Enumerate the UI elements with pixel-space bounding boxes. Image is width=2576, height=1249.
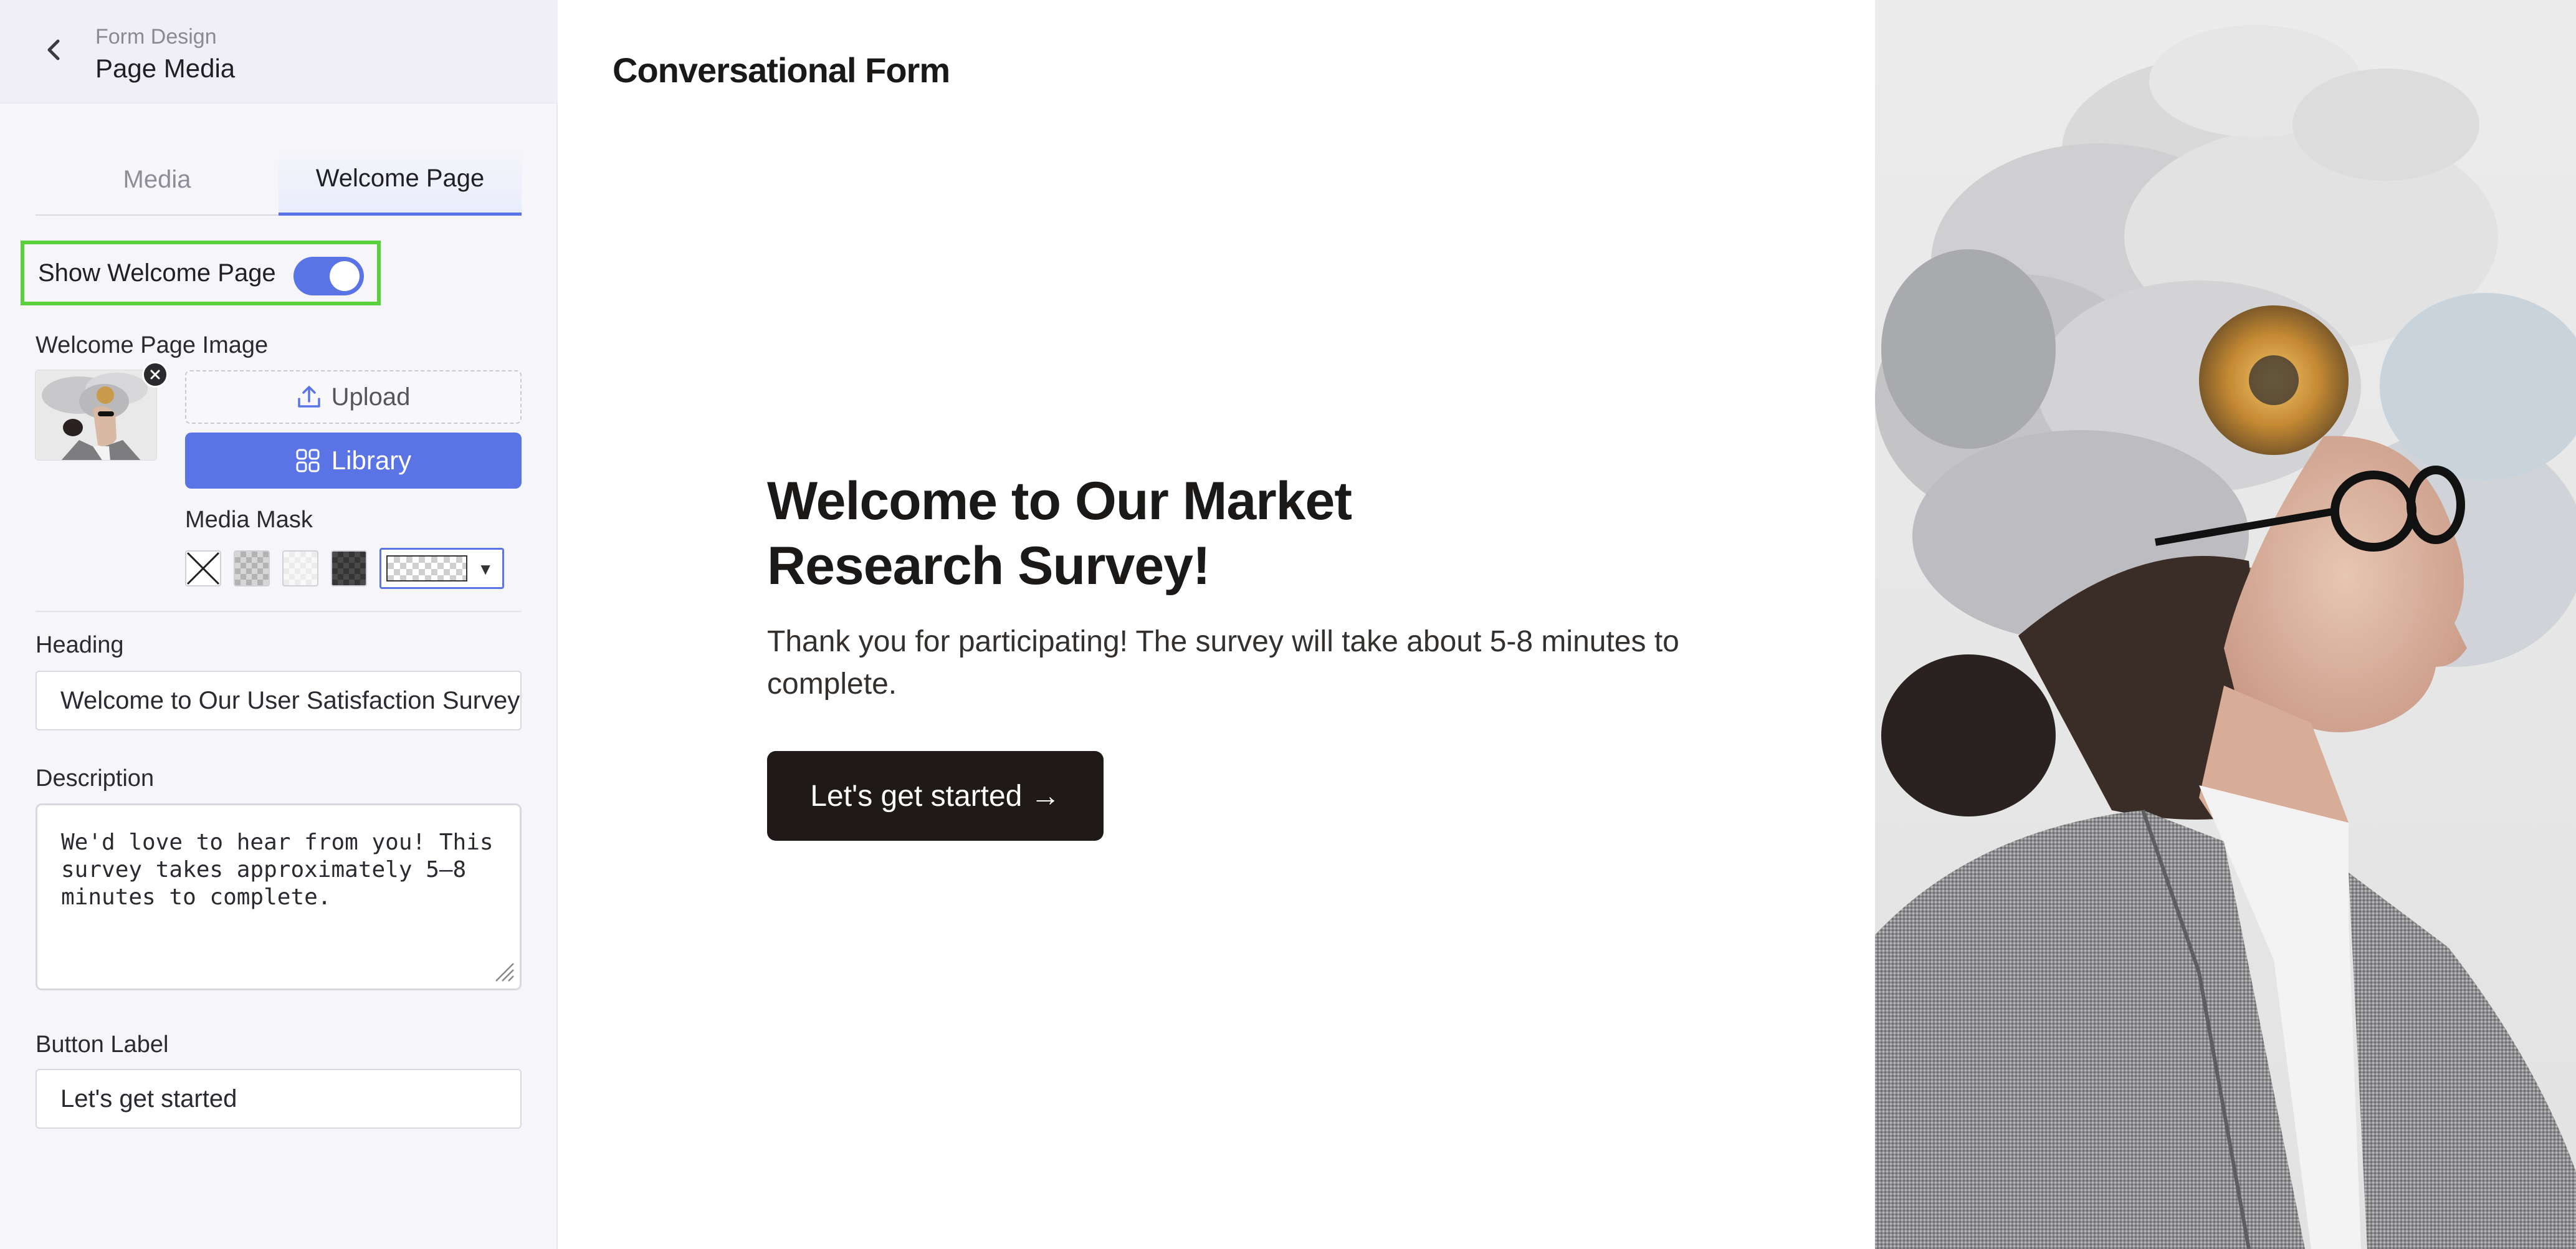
resize-handle-icon[interactable]: [492, 960, 515, 982]
library-label: Library: [331, 446, 412, 475]
upload-icon: [297, 386, 320, 408]
media-mask-label: Media Mask: [185, 507, 313, 533]
mask-dropdown[interactable]: ▼: [379, 548, 504, 589]
mask-option-light[interactable]: [234, 550, 270, 586]
welcome-image-label: Welcome Page Image: [36, 332, 269, 358]
breadcrumb-parent[interactable]: Form Design: [95, 25, 217, 49]
settings-sidebar: Form Design Page Media Media Welcome Pag…: [0, 0, 558, 1249]
tab-media[interactable]: Media: [36, 145, 279, 214]
remove-image-button[interactable]: [142, 361, 168, 388]
heading-input[interactable]: Welcome to Our User Satisfaction Survey!: [36, 671, 522, 730]
media-mask-options: ▼: [185, 548, 504, 589]
mask-option-none[interactable]: [185, 550, 221, 586]
button-label-input[interactable]: Let's get started: [36, 1069, 522, 1129]
toggle-knob: [330, 261, 360, 291]
page-title: Page Media: [95, 54, 236, 83]
no-mask-icon: [186, 552, 220, 585]
mask-option-faint[interactable]: [282, 550, 318, 586]
grid-icon: [296, 449, 320, 472]
chevron-left-icon: [47, 39, 60, 60]
get-started-button[interactable]: Let's get started →: [767, 751, 1104, 841]
description-textarea[interactable]: We'd love to hear from you! This survey …: [36, 803, 522, 990]
show-welcome-page-row: Show Welcome Page: [21, 241, 381, 305]
description-field-label: Description: [36, 765, 155, 792]
close-icon: [150, 370, 160, 380]
show-welcome-page-label: Show Welcome Page: [38, 259, 276, 287]
tab-bar: Media Welcome Page: [36, 145, 522, 216]
library-button[interactable]: Library: [185, 433, 522, 489]
sidebar-header: Form Design Page Media: [0, 0, 558, 103]
mask-option-dark[interactable]: [331, 550, 367, 586]
welcome-hero-image: [1875, 0, 2576, 1249]
section-divider: [36, 611, 522, 612]
welcome-description: Thank you for participating! The survey …: [767, 625, 1679, 701]
heading-field-label: Heading: [36, 632, 124, 658]
upload-label: Upload: [331, 383, 411, 411]
back-button[interactable]: [39, 35, 69, 65]
upload-button[interactable]: Upload: [185, 370, 522, 424]
tab-welcome-page[interactable]: Welcome Page: [279, 145, 522, 216]
selected-mask-swatch: [386, 555, 467, 581]
portrait-thumbnail-image: [36, 370, 156, 460]
form-title: Conversational Form: [613, 50, 950, 90]
welcome-image-thumbnail[interactable]: [35, 370, 157, 461]
show-welcome-page-toggle[interactable]: [293, 257, 364, 295]
button-label-field-label: Button Label: [36, 1031, 169, 1058]
caret-down-icon: ▼: [477, 560, 494, 578]
form-preview: Conversational Form Welcome to Our Marke…: [559, 0, 1875, 1249]
welcome-heading: Welcome to Our Market Research Survey!: [767, 471, 1352, 596]
portrait-collage-image: [1875, 0, 2576, 1249]
